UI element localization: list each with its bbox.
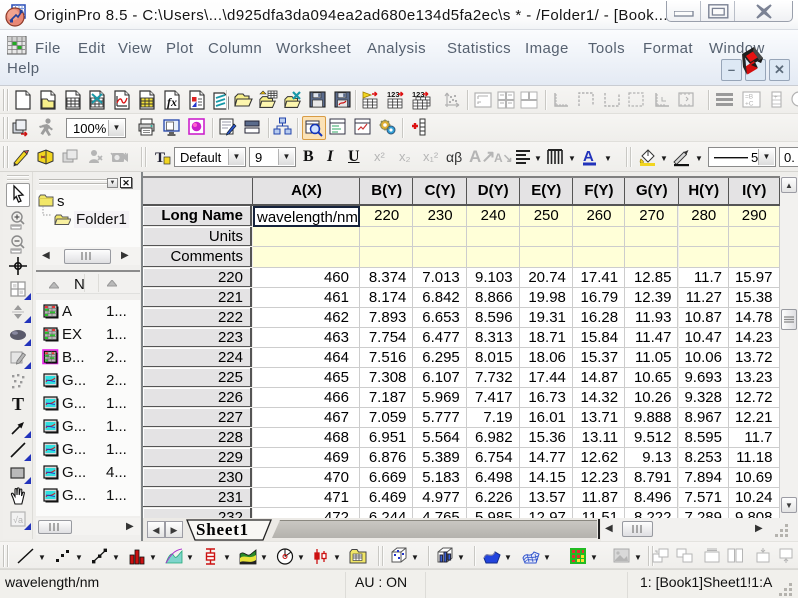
- svg-text:fx: fx: [167, 95, 177, 109]
- svg-text:123: 123: [412, 90, 425, 99]
- svg-text:T: T: [155, 150, 165, 166]
- svg-text:+: +: [774, 95, 778, 101]
- svg-text:√a: √a: [13, 515, 23, 525]
- svg-text:T: T: [12, 394, 24, 414]
- svg-text:A: A: [583, 148, 594, 165]
- svg-text:+C: +C: [745, 101, 754, 108]
- svg-text:=B: =B: [745, 94, 753, 101]
- svg-text:123: 123: [387, 90, 400, 99]
